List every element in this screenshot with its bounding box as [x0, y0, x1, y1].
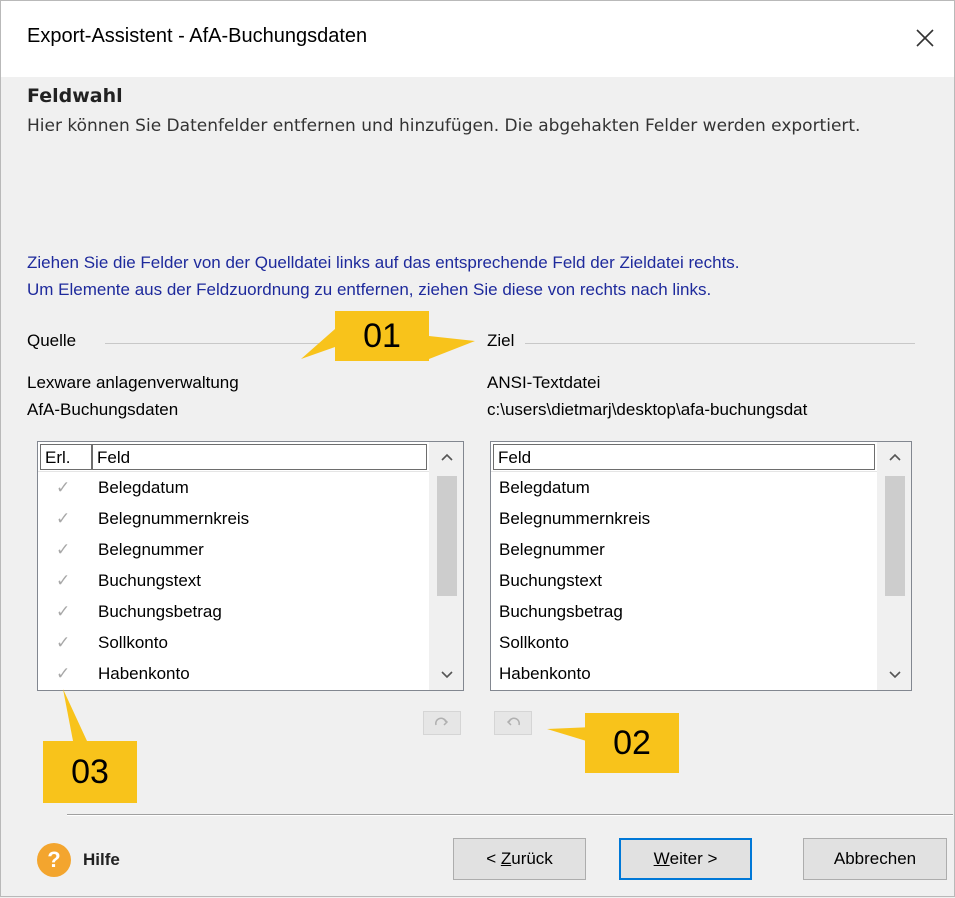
list-item[interactable]: Belegnummer: [491, 534, 877, 565]
check-icon[interactable]: ✓: [56, 565, 70, 596]
column-header-erl[interactable]: Erl.: [40, 444, 92, 470]
check-icon[interactable]: ✓: [56, 503, 70, 534]
column-header-feld[interactable]: Feld: [92, 444, 427, 470]
target-list-header: Feld: [491, 442, 877, 472]
target-file-type: ANSI-Textdatei: [487, 373, 601, 392]
source-group-label: Quelle: [27, 331, 77, 350]
list-item[interactable]: Belegnummernkreis: [491, 503, 877, 534]
scrollbar-thumb[interactable]: [885, 476, 905, 596]
chevron-down-icon: [889, 671, 901, 679]
close-button[interactable]: [902, 15, 948, 61]
scroll-up-arrow[interactable]: [430, 442, 464, 472]
check-icon[interactable]: ✓: [56, 627, 70, 658]
source-group-divider: [105, 343, 331, 344]
annotation-03-pointer: [63, 689, 87, 741]
list-item-label: Belegnummernkreis: [499, 509, 651, 528]
chevron-down-icon: [441, 671, 453, 679]
list-item[interactable]: ✓ Belegnummer: [38, 534, 429, 565]
step-description: Hier können Sie Datenfelder entfernen un…: [27, 116, 861, 136]
list-item[interactable]: Sollkonto: [491, 627, 877, 658]
undo-arrow-icon: [506, 717, 520, 726]
help-icon[interactable]: ?: [37, 843, 71, 877]
annotation-01: 01: [335, 311, 429, 361]
check-icon[interactable]: ✓: [56, 658, 70, 689]
list-item[interactable]: Belegdatum: [491, 472, 877, 503]
list-item[interactable]: Buchungsbetrag: [491, 596, 877, 627]
chevron-up-icon: [441, 453, 453, 461]
source-rows: ✓ Belegdatum ✓ Belegnummernkreis ✓ Belegnum…: [38, 472, 429, 689]
list-item-label: Sollkonto: [499, 633, 569, 652]
list-item[interactable]: Habenkonto: [491, 658, 877, 689]
instruction-line-2: Um Elemente aus der Feldzuordnung zu ent…: [27, 280, 712, 299]
list-item-label: Buchungsbetrag: [98, 602, 222, 621]
target-file-path: c:\users\dietmarj\desktop\afa-buchungsda…: [487, 400, 808, 419]
instruction-line-1: Ziehen Sie die Felder von der Quelldatei…: [27, 253, 740, 272]
window-title: Export-Assistent - AfA-Buchungsdaten: [27, 25, 368, 47]
column-header-feld[interactable]: Feld: [493, 444, 875, 470]
list-item-label: Buchungstext: [98, 571, 202, 590]
list-item[interactable]: ✓ Belegdatum: [38, 472, 429, 503]
scroll-down-arrow[interactable]: [878, 660, 912, 690]
step-title: Feldwahl: [27, 85, 123, 107]
next-button-accesskey: W: [653, 849, 670, 868]
list-item-label: Buchungstext: [499, 571, 603, 590]
list-item[interactable]: ✓ Buchungstext: [38, 565, 429, 596]
source-list-header: Erl. Feld: [38, 442, 429, 472]
target-group-label: Ziel: [487, 331, 515, 350]
check-icon[interactable]: ✓: [56, 596, 70, 627]
footer-separator: [67, 814, 953, 816]
back-button-accesskey: Z: [500, 849, 512, 868]
undo-mapping-button[interactable]: [494, 711, 532, 735]
source-app-name: Lexware anlagenverwaltung: [27, 373, 239, 392]
list-item[interactable]: ✓ Sollkonto: [38, 627, 429, 658]
source-file-info: Lexware anlagenverwaltung AfA-Buchungsda…: [27, 369, 239, 423]
back-button[interactable]: < Zurück: [453, 838, 586, 880]
target-file-info: ANSI-Textdatei c:\users\dietmarj\desktop…: [487, 369, 807, 423]
export-wizard-window: Export-Assistent - AfA-Buchungsdaten Fel…: [0, 0, 955, 897]
instruction-text: Ziehen Sie die Felder von der Quelldatei…: [27, 249, 942, 303]
cancel-button[interactable]: Abbrechen: [803, 838, 947, 880]
list-item-label: Belegdatum: [98, 478, 189, 497]
list-item-label: Habenkonto: [499, 664, 591, 683]
check-icon[interactable]: ✓: [56, 534, 70, 565]
list-item-label: Sollkonto: [98, 633, 168, 652]
annotation-03: 03: [43, 741, 137, 803]
check-icon[interactable]: ✓: [56, 472, 70, 503]
scroll-down-arrow[interactable]: [430, 660, 464, 690]
list-item-label: Buchungsbetrag: [499, 602, 623, 621]
target-scrollbar[interactable]: [877, 442, 911, 690]
target-field-list[interactable]: Feld Belegdatum Belegnummernkreis Belegn…: [490, 441, 912, 691]
list-item-label: Belegdatum: [499, 478, 590, 497]
help-link[interactable]: Hilfe: [83, 850, 120, 870]
annotation-02: 02: [585, 713, 679, 773]
list-item[interactable]: Buchungstext: [491, 565, 877, 596]
list-item[interactable]: ✓ Belegnummernkreis: [38, 503, 429, 534]
next-button-label: eiter >: [669, 849, 718, 868]
redo-arrow-icon: [435, 717, 449, 726]
list-item-label: Belegnummer: [499, 540, 605, 559]
source-file-name: AfA-Buchungsdaten: [27, 400, 179, 419]
scrollbar-thumb[interactable]: [437, 476, 457, 596]
list-item-label: Habenkonto: [98, 664, 190, 683]
target-group-divider: [525, 343, 915, 344]
scroll-up-arrow[interactable]: [878, 442, 912, 472]
chevron-up-icon: [889, 453, 901, 461]
redo-mapping-button[interactable]: [423, 711, 461, 735]
target-rows: Belegdatum Belegnummernkreis Belegnummer…: [491, 472, 877, 689]
back-button-prefix: <: [486, 849, 501, 868]
back-button-label: urück: [511, 849, 553, 868]
annotation-01-pointer-right: [429, 336, 475, 359]
title-bar: Export-Assistent - AfA-Buchungsdaten: [1, 1, 954, 77]
list-item-label: Belegnummernkreis: [98, 509, 250, 528]
annotation-01-pointer-left: [301, 329, 335, 359]
list-item[interactable]: ✓ Buchungsbetrag: [38, 596, 429, 627]
close-icon: [916, 29, 934, 47]
source-field-list[interactable]: Erl. Feld ✓ Belegdatum ✓ Belegnummernkreis…: [37, 441, 464, 691]
list-item-label: Belegnummer: [98, 540, 204, 559]
next-button[interactable]: Weiter >: [619, 838, 752, 880]
list-item[interactable]: ✓ Habenkonto: [38, 658, 429, 689]
source-scrollbar[interactable]: [429, 442, 463, 690]
